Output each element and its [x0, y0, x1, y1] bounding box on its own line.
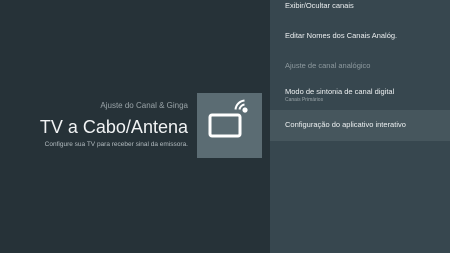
- tv-input-icon: [197, 93, 262, 158]
- menu-item-edit-analog-names[interactable]: Editar Nomes dos Canais Analóg.: [270, 31, 450, 41]
- settings-menu-panel: Exibir/Ocultar canais Editar Nomes dos C…: [270, 0, 450, 253]
- menu-item-digital-tuning-mode[interactable]: Modo de sintonia de canal digital Canais…: [270, 87, 450, 104]
- section-label: Ajuste do Canal & Ginga: [100, 101, 188, 110]
- page-title: TV a Cabo/Antena: [39, 117, 188, 137]
- menu-item-label: Exibir/Ocultar canais: [285, 1, 354, 10]
- menu-item-show-hide-channels[interactable]: Exibir/Ocultar canais: [270, 1, 450, 11]
- settings-screen: Ajuste do Canal & Ginga TV a Cabo/Antena…: [0, 0, 450, 253]
- menu-item-interactive-app-config[interactable]: Configuração do aplicativo interativo: [270, 110, 450, 141]
- page-subtitle: Configure sua TV para receber sinal da e…: [44, 141, 188, 148]
- menu-item-analog-tuning[interactable]: Ajuste de canal analógico: [270, 61, 450, 71]
- settings-info: Ajuste do Canal & Ginga TV a Cabo/Antena…: [40, 101, 188, 149]
- menu-item-sublabel: Canais Primários: [285, 97, 324, 103]
- menu-item-label: Ajuste de canal analógico: [285, 61, 371, 70]
- menu-item-label: Editar Nomes dos Canais Analóg.: [285, 31, 398, 40]
- menu-item-label: Modo de sintonia de canal digital: [285, 87, 395, 96]
- menu-item-label: Configuração do aplicativo interativo: [285, 120, 406, 129]
